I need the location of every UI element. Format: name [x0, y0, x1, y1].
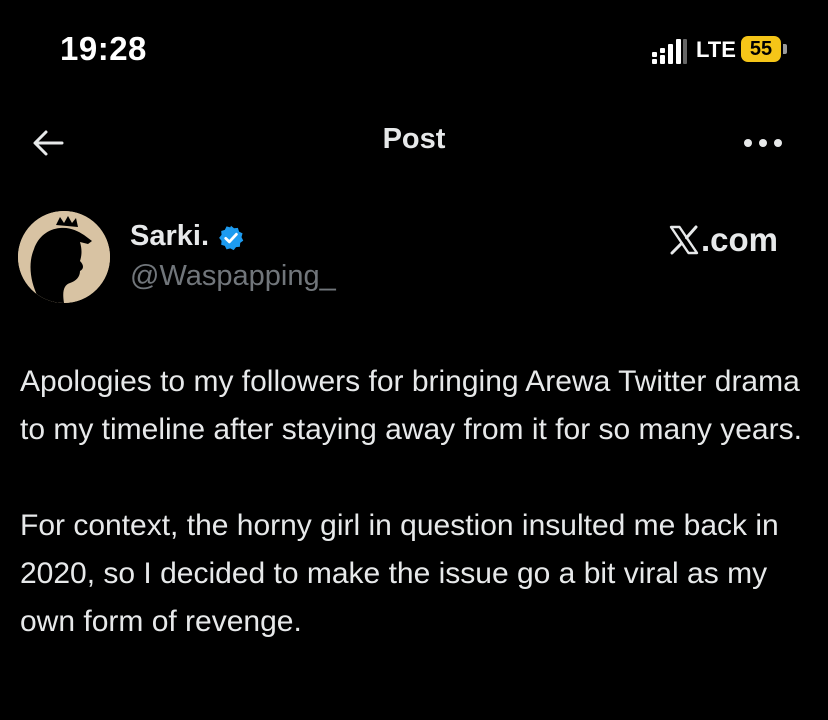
top-nav: Post — [0, 105, 828, 175]
post-paragraph: For context, the horny girl in question … — [20, 509, 779, 638]
signal-strength-icon — [652, 39, 687, 64]
x-watermark: .com — [668, 220, 778, 260]
avatar[interactable] — [18, 211, 110, 303]
post-text: Apologies to my followers for bringing A… — [20, 358, 820, 694]
battery-icon: 55 — [741, 36, 787, 62]
display-name-row: Sarki. — [130, 220, 245, 253]
avatar-silhouette-icon — [18, 211, 110, 303]
post-paragraph: Apologies to my followers for bringing A… — [20, 365, 802, 446]
verified-badge-icon — [219, 225, 244, 250]
network-label: LTE — [696, 37, 736, 62]
post-author: Sarki. @Waspapping_ .com — [0, 206, 828, 316]
page-title: Post — [382, 123, 446, 155]
x-logo-icon — [669, 225, 699, 255]
watermark-text: .com — [701, 221, 779, 258]
more-options-icon[interactable] — [740, 125, 786, 161]
display-name[interactable]: Sarki. — [130, 220, 209, 253]
status-bar: 19:28 LTE 55 — [0, 0, 828, 100]
user-handle[interactable]: @Waspapping_ — [130, 260, 336, 293]
status-time: 19:28 — [60, 30, 147, 67]
battery-body: 55 — [741, 36, 781, 62]
battery-level: 55 — [749, 38, 773, 60]
battery-tip — [783, 44, 787, 54]
